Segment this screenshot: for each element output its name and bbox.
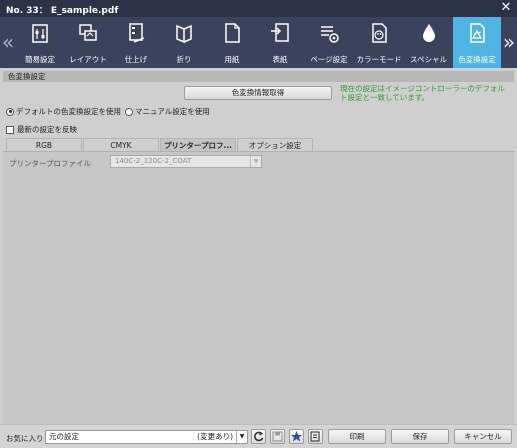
subtab-cmyk[interactable]: CMYK: [83, 138, 159, 151]
refresh-button[interactable]: [251, 429, 266, 444]
color-conversion-panel: 色変換設定 色変換情報取得 現在の設定はイメージコントローラーのデフォルト設定と…: [0, 68, 517, 424]
subtab-rgb[interactable]: RGB: [6, 138, 82, 151]
tab-cover[interactable]: 表紙: [256, 17, 304, 68]
page-settings-icon: [321, 26, 339, 43]
reflect-latest-label: 最新の設定を反映: [17, 125, 77, 134]
finishing-icon: [129, 23, 145, 43]
get-color-info-button[interactable]: 色変換情報取得: [184, 86, 332, 100]
tab-label: 色変換設定: [458, 55, 496, 64]
tab-label: カラーモード: [356, 55, 402, 64]
tab-label: 仕上げ: [124, 55, 148, 64]
edit-favorites-button[interactable]: [308, 429, 323, 444]
paper-icon: [225, 23, 240, 43]
printer-profile-label: プリンタープロファイル: [9, 159, 92, 168]
radio-default-option[interactable]: デフォルトの色変換設定を使用: [6, 106, 121, 117]
printer-profile-panel: プリンタープロファイル 140C-2_120C-2_COAT ▼: [3, 151, 514, 424]
settings-tab-bar: « 簡易設定 レイアウト 仕上げ 折り 用紙 表紙 ページ設定 カラーモード ス…: [0, 17, 517, 68]
floppy-icon: [272, 431, 283, 442]
cancel-button[interactable]: キャンセル: [454, 429, 512, 444]
subtab-printer-profile[interactable]: プリンタープロフ...: [160, 138, 236, 151]
favorites-label: お気に入り: [6, 434, 44, 443]
section-title: 色変換設定: [3, 71, 514, 82]
printer-profile-value: 140C-2_120C-2_COAT: [115, 157, 192, 165]
scroll-left-icon[interactable]: «: [0, 17, 16, 68]
tab-color-conversion[interactable]: 色変換設定: [453, 17, 501, 68]
reflect-latest-option[interactable]: 最新の設定を反映: [6, 124, 77, 135]
special-icon: [422, 24, 435, 42]
tab-quick-settings[interactable]: 簡易設定: [16, 17, 64, 68]
printer-profile-select[interactable]: 140C-2_120C-2_COAT ▼: [110, 155, 262, 168]
tab-finishing[interactable]: 仕上げ: [112, 17, 160, 68]
tab-label: ページ設定: [310, 55, 348, 64]
radio-manual[interactable]: [125, 107, 133, 116]
quick-settings-icon: [32, 24, 48, 43]
status-note: 現在の設定はイメージコントローラーのデフォルト設定と一致しています。: [340, 84, 505, 102]
radio-default-label: デフォルトの色変換設定を使用: [16, 107, 121, 116]
save-favorite-button[interactable]: [270, 429, 285, 444]
cover-icon: [271, 23, 289, 42]
tab-paper[interactable]: 用紙: [208, 17, 256, 68]
radio-default[interactable]: [6, 107, 14, 116]
tab-special[interactable]: スペシャル: [404, 17, 453, 68]
tab-label: 用紙: [224, 55, 240, 64]
window-title: No. 33： E_sample.pdf: [6, 6, 119, 16]
star-icon: [291, 431, 302, 442]
print-button[interactable]: 印刷: [328, 429, 386, 444]
save-button[interactable]: 保存: [391, 429, 449, 444]
radio-manual-option[interactable]: マニュアル設定を使用: [125, 106, 210, 117]
refresh-icon: [254, 431, 264, 442]
color-conversion-icon: [470, 23, 485, 43]
tab-label: 折り: [176, 55, 192, 64]
tab-label: 表紙: [272, 55, 288, 64]
subtab-options[interactable]: オプション設定: [237, 138, 313, 151]
tab-color-mode[interactable]: カラーモード: [354, 17, 404, 68]
favorites-select[interactable]: 元の設定 (変更あり) ▼: [45, 430, 248, 444]
tab-label: レイアウト: [69, 55, 107, 64]
add-favorite-button[interactable]: [289, 429, 304, 444]
color-mode-icon: [372, 23, 387, 43]
radio-manual-label: マニュアル設定を使用: [135, 107, 210, 116]
chevron-down-icon: ▼: [250, 156, 261, 167]
tab-fold[interactable]: 折り: [160, 17, 208, 68]
tab-page-settings[interactable]: ページ設定: [304, 17, 354, 68]
fold-icon: [176, 24, 192, 44]
close-icon[interactable]: ✕: [499, 1, 513, 15]
bottom-bar: お気に入り 元の設定 (変更あり) ▼ 印刷 保存 キャンセル: [0, 424, 517, 448]
chevron-down-icon: ▼: [236, 431, 247, 443]
favorites-value: 元の設定: [49, 432, 79, 441]
tab-layout[interactable]: レイアウト: [64, 17, 112, 68]
layout-icon: [79, 24, 97, 41]
tab-label: スペシャル: [410, 55, 447, 64]
edit-list-icon: [310, 431, 320, 442]
scroll-right-icon[interactable]: »: [501, 17, 517, 68]
favorites-changed-text: (変更あり): [197, 432, 233, 441]
reflect-latest-checkbox[interactable]: [6, 125, 14, 134]
tab-label: 簡易設定: [25, 55, 55, 64]
title-bar: No. 33： E_sample.pdf ✕: [0, 0, 517, 17]
